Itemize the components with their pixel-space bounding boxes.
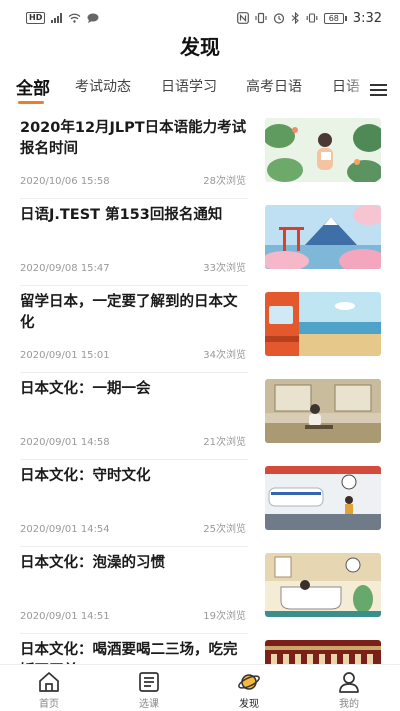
- alarm-icon: [273, 13, 284, 24]
- signal-icon: [51, 13, 63, 23]
- course-list-icon: [139, 672, 159, 692]
- user-icon: [339, 672, 359, 693]
- article-list: 2020年12月JLPT日本语能力考试报名时间 2020/10/06 15:58…: [0, 112, 400, 664]
- list-item[interactable]: 日本文化：一期一会 2020/09/01 14:58 21次浏览: [0, 373, 400, 460]
- article-thumbnail: [265, 292, 381, 356]
- tab-japanese-learning[interactable]: 日语学习: [161, 76, 217, 96]
- list-item[interactable]: 日语J.TEST 第153回报名通知 2020/09/08 15:47 33次浏…: [0, 199, 400, 286]
- article-thumbnail: [265, 640, 381, 664]
- bottom-nav: 首页 选课 发现 我的: [0, 664, 400, 711]
- article-views: 34次浏览: [203, 350, 246, 361]
- article-views: 28次浏览: [203, 176, 246, 187]
- status-left: HD: [26, 12, 99, 24]
- article-title: 日本文化：喝酒要喝二三场，吃完饭再买单: [20, 642, 238, 664]
- article-title: 日本文化：一期一会: [20, 381, 151, 397]
- article-views: 19次浏览: [203, 611, 246, 622]
- bluetooth-icon: [291, 12, 299, 24]
- article-views: 33次浏览: [203, 263, 246, 274]
- nav-discover[interactable]: 发现: [219, 668, 279, 710]
- tab-all[interactable]: 全部: [16, 74, 50, 99]
- planet-icon: [238, 674, 260, 690]
- nav-label: 选课: [139, 699, 159, 710]
- article-date: 2020/09/01 14:54: [20, 524, 110, 535]
- message-icon: [87, 13, 99, 23]
- article-views: 25次浏览: [203, 524, 246, 535]
- article-thumbnail: [265, 553, 381, 617]
- article-views: 21次浏览: [203, 437, 246, 448]
- nav-label: 发现: [239, 699, 259, 710]
- article-date: 2020/09/08 15:47: [20, 263, 110, 274]
- list-item[interactable]: 日本文化：守时文化 2020/09/01 14:54 25次浏览: [0, 460, 400, 547]
- article-title: 日语J.TEST 第153回报名通知: [20, 207, 223, 223]
- nav-label: 我的: [339, 699, 359, 710]
- article-title: 2020年12月JLPT日本语能力考试报名时间: [20, 120, 247, 157]
- nav-label: 首页: [39, 699, 59, 710]
- tab-exam-news[interactable]: 考试动态: [75, 76, 131, 96]
- battery-level: 68: [323, 12, 344, 24]
- page-title: 发现: [180, 35, 220, 59]
- article-title: 日本文化：泡澡的习惯: [20, 555, 165, 571]
- article-date: 2020/09/01 14:58: [20, 437, 110, 448]
- status-right: 68 3:32: [236, 10, 382, 26]
- nav-home[interactable]: 首页: [19, 668, 79, 710]
- article-date: 2020/10/06 15:58: [20, 176, 110, 187]
- active-tab-indicator: [18, 101, 44, 104]
- vibrate-icon: [255, 12, 267, 24]
- status-time: 3:32: [352, 10, 382, 26]
- nav-profile[interactable]: 我的: [319, 668, 379, 710]
- article-title: 留学日本，一定要了解到的日本文化: [20, 294, 238, 331]
- nav-courses[interactable]: 选课: [119, 668, 179, 710]
- status-bar: HD 68 3:32: [0, 0, 400, 36]
- tab-fade: [346, 74, 370, 104]
- article-thumbnail: [265, 205, 381, 269]
- lock-rotation-icon: [306, 13, 318, 23]
- article-date: 2020/09/01 15:01: [20, 350, 110, 361]
- tab-gaokao-japanese[interactable]: 高考日语: [246, 76, 302, 96]
- article-date: 2020/09/01 14:51: [20, 611, 110, 622]
- list-item[interactable]: 2020年12月JLPT日本语能力考试报名时间 2020/10/06 15:58…: [0, 112, 400, 199]
- wifi-icon: [68, 13, 81, 23]
- article-thumbnail: [265, 379, 381, 443]
- article-title: 日本文化：守时文化: [20, 468, 151, 484]
- article-thumbnail: [265, 118, 381, 182]
- list-item[interactable]: 日本文化：泡澡的习惯 2020/09/01 14:51 19次浏览: [0, 547, 400, 634]
- nfc-icon: [236, 12, 249, 24]
- article-thumbnail: [265, 466, 381, 530]
- menu-icon[interactable]: [368, 82, 390, 98]
- hd-badge: HD: [26, 12, 46, 24]
- category-tabs: 全部 考试动态 日语学习 高考日语 日语: [0, 74, 400, 108]
- list-item[interactable]: 留学日本，一定要了解到的日本文化 2020/09/01 15:01 34次浏览: [0, 286, 400, 373]
- home-icon: [39, 672, 59, 692]
- battery-icon: 68: [323, 12, 347, 24]
- list-item[interactable]: 日本文化：喝酒要喝二三场，吃完饭再买单: [0, 634, 400, 664]
